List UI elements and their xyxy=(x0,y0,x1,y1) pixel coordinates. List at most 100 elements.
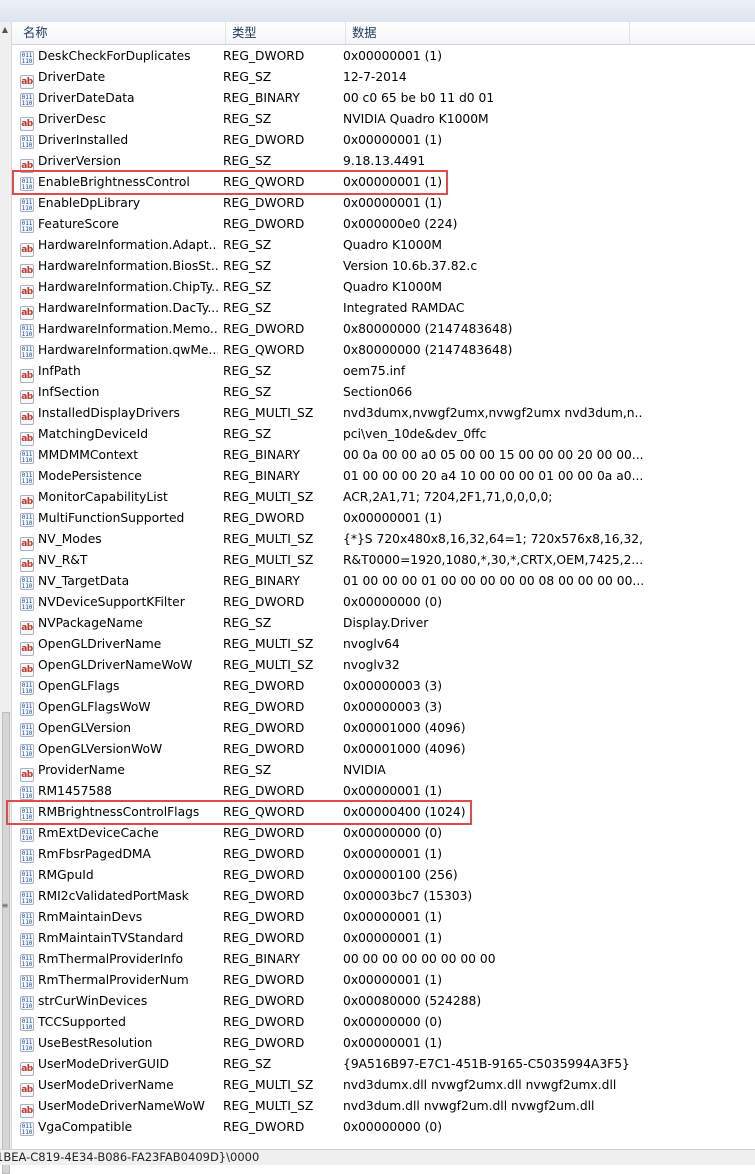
registry-value-row[interactable]: ab UserModeDriverGUID REG_SZ {9A516B97-E7C1… xyxy=(12,1054,755,1076)
registry-value-row[interactable]: 011 110 OpenGLFlagsWoW REG_DWORD 0x00000003… xyxy=(12,697,755,718)
registry-value-row[interactable]: ab MonitorCapabilityList REG_MULTI_SZ ACR,2… xyxy=(12,487,755,509)
value-type: REG_SZ xyxy=(223,385,272,399)
registry-value-row[interactable]: 011 110 EnableDpLibrary REG_DWORD 0x0000000… xyxy=(12,193,755,214)
pane-splitter-scrollbar[interactable]: ▲ ≡ xyxy=(0,22,12,1174)
registry-value-row[interactable]: ab HardwareInformation.DacTy... REG_SZ Inte… xyxy=(12,298,755,320)
value-data: 0x00000001 (1) xyxy=(343,931,443,945)
registry-value-row[interactable]: ab InfSection REG_SZ Section066 xyxy=(12,382,755,404)
registry-value-row[interactable]: 011 110 ModePersistence REG_BINARY 01 00 00… xyxy=(12,466,755,487)
registry-value-row[interactable]: ab OpenGLDriverNameWoW REG_MULTI_SZ nvoglv3… xyxy=(12,655,755,677)
value-type: REG_DWORD xyxy=(223,511,305,525)
value-type: REG_MULTI_SZ xyxy=(223,406,314,420)
value-type: REG_QWORD xyxy=(223,343,305,357)
registry-value-row[interactable]: ab DriverVersion REG_SZ 9.18.13.4491 xyxy=(12,151,755,173)
registry-value-row[interactable]: 011 110 UseBestResolution REG_DWORD 0x00000… xyxy=(12,1033,755,1054)
registry-value-row[interactable]: ab NV_R&T REG_MULTI_SZ R&T0000=1920,1080,*,… xyxy=(12,550,755,572)
registry-value-row[interactable]: 011 110 VgaCompatible REG_DWORD 0x00000000 … xyxy=(12,1117,755,1138)
registry-value-row[interactable]: 011 110 strCurWinDevices REG_DWORD 0x000800… xyxy=(12,991,755,1012)
registry-value-row[interactable]: 011 110 MMDMMContext REG_BINARY 00 0a 00 00… xyxy=(12,445,755,466)
registry-value-row[interactable]: 011 110 FeatureScore REG_DWORD 0x000000e0 (… xyxy=(12,214,755,235)
window-top-bar xyxy=(0,0,755,23)
value-name-cell: ab DriverVersion xyxy=(20,151,218,173)
registry-value-row[interactable]: ab ProviderName REG_SZ NVIDIA xyxy=(12,760,755,782)
value-data: 0x00000001 (1) xyxy=(343,133,443,147)
registry-value-row[interactable]: 011 110 OpenGLVersionWoW REG_DWORD 0x000010… xyxy=(12,739,755,760)
string-value-icon: ab xyxy=(20,117,34,131)
registry-value-row[interactable]: ab HardwareInformation.ChipTy... REG_SZ Qua… xyxy=(12,277,755,299)
value-name: DriverDateData xyxy=(38,91,135,105)
string-value-icon: ab xyxy=(20,264,34,278)
column-header-name[interactable]: 名称 xyxy=(17,22,226,44)
registry-value-row[interactable]: ab MatchingDeviceId REG_SZ pci\ven_10de&dev… xyxy=(12,424,755,446)
registry-value-row[interactable]: 011 110 DeskCheckForDuplicates REG_DWORD 0x… xyxy=(12,46,755,67)
registry-value-row[interactable]: 011 110 RmFbsrPagedDMA REG_DWORD 0x00000001… xyxy=(12,844,755,865)
value-name: OpenGLDriverNameWoW xyxy=(38,658,193,672)
value-type: REG_DWORD xyxy=(223,889,305,903)
registry-value-row[interactable]: 011 110 DriverInstalled REG_DWORD 0x0000000… xyxy=(12,130,755,151)
string-value-icon: ab xyxy=(20,390,34,404)
value-name: RmThermalProviderNum xyxy=(38,973,189,987)
binary-value-icon: 011 110 xyxy=(20,828,34,842)
registry-value-row[interactable]: ab NVPackageName REG_SZ Display.Driver xyxy=(12,613,755,635)
registry-value-row[interactable]: 011 110 RM1457588 REG_DWORD 0x00000001 (1) xyxy=(12,781,755,802)
registry-value-row[interactable]: 011 110 EnableBrightnessControl REG_QWORD 0… xyxy=(12,172,755,193)
registry-value-row[interactable]: ab HardwareInformation.Adapt... REG_SZ Quad… xyxy=(12,235,755,257)
registry-value-row[interactable]: 011 110 MultiFunctionSupported REG_DWORD 0x… xyxy=(12,508,755,529)
registry-value-row[interactable]: ab InfPath REG_SZ oem75.inf xyxy=(12,361,755,383)
registry-value-row[interactable]: 011 110 RmExtDeviceCache REG_DWORD 0x000000… xyxy=(12,823,755,844)
value-type: REG_BINARY xyxy=(223,574,300,588)
value-type: REG_DWORD xyxy=(223,868,305,882)
value-name-cell: 011 110 OpenGLVersionWoW xyxy=(20,739,218,760)
value-data: oem75.inf xyxy=(343,364,406,378)
string-value-icon: ab xyxy=(20,1062,34,1076)
value-name-cell: 011 110 RMBrightnessControlFlags xyxy=(20,802,218,823)
registry-value-row[interactable]: 011 110 HardwareInformation.Memo... REG_DW… xyxy=(12,319,755,340)
registry-value-row[interactable]: 011 110 OpenGLVersion REG_DWORD 0x00001000 … xyxy=(12,718,755,739)
value-type: REG_DWORD xyxy=(223,742,305,756)
scroll-up-arrow-icon[interactable]: ▲ xyxy=(1,26,9,34)
value-type: REG_SZ xyxy=(223,259,272,273)
value-data: 0x00001000 (4096) xyxy=(343,721,466,735)
scroll-thumb[interactable] xyxy=(2,712,10,1174)
value-type: REG_DWORD xyxy=(223,1120,305,1134)
registry-value-row[interactable]: 011 110 DriverDateData REG_BINARY 00 c0 65 … xyxy=(12,88,755,109)
registry-value-row[interactable]: ab UserModeDriverName REG_MULTI_SZ nvd3dumx… xyxy=(12,1075,755,1097)
value-name-cell: 011 110 RmThermalProviderInfo xyxy=(20,949,218,970)
value-name: RmMaintainTVStandard xyxy=(38,931,184,945)
value-data: 00 c0 65 be b0 11 d0 01 xyxy=(343,91,495,105)
registry-value-row[interactable]: 011 110 RMBrightnessControlFlags REG_QWORD… xyxy=(12,802,755,823)
registry-value-row[interactable]: 011 110 TCCSupported REG_DWORD 0x00000000 (… xyxy=(12,1012,755,1033)
registry-value-row[interactable]: 011 110 RMGpuId REG_DWORD 0x00000100 (256) xyxy=(12,865,755,886)
registry-value-row[interactable]: ab OpenGLDriverName REG_MULTI_SZ nvoglv64 xyxy=(12,634,755,656)
registry-value-row[interactable]: ab UserModeDriverNameWoW REG_MULTI_SZ nvd3d… xyxy=(12,1096,755,1118)
registry-value-row[interactable]: 011 110 NV_TargetData REG_BINARY 01 00 00 0… xyxy=(12,571,755,592)
registry-value-row[interactable]: 011 110 RMI2cValidatedPortMask REG_DWORD 0x… xyxy=(12,886,755,907)
value-name: MMDMMContext xyxy=(38,448,139,462)
value-name-cell: 011 110 RMGpuId xyxy=(20,865,218,886)
value-data: NVIDIA xyxy=(343,763,386,777)
registry-value-row[interactable]: ab InstalledDisplayDrivers REG_MULTI_SZ nvd… xyxy=(12,403,755,425)
registry-value-row[interactable]: 011 110 RmMaintainTVStandard REG_DWORD 0x00… xyxy=(12,928,755,949)
column-header-type[interactable]: 类型 xyxy=(226,22,346,44)
value-type: REG_MULTI_SZ xyxy=(223,553,314,567)
registry-value-row[interactable]: ab DriverDate REG_SZ 12-7-2014 xyxy=(12,67,755,89)
value-type: REG_DWORD xyxy=(223,217,305,231)
value-name: OpenGLVersionWoW xyxy=(38,742,163,756)
value-data: 0x80000000 (2147483648) xyxy=(343,322,513,336)
value-name: NV_TargetData xyxy=(38,574,130,588)
registry-value-row[interactable]: 011 110 RmThermalProviderNum REG_DWORD 0x00… xyxy=(12,970,755,991)
registry-value-row[interactable]: 011 110 OpenGLFlags REG_DWORD 0x00000003 (3… xyxy=(12,676,755,697)
value-name: RmMaintainDevs xyxy=(38,910,143,924)
value-name-cell: 011 110 NVDeviceSupportKFilter xyxy=(20,592,218,613)
registry-value-row[interactable]: 011 110 RmMaintainDevs REG_DWORD 0x00000001… xyxy=(12,907,755,928)
string-value-icon: ab xyxy=(20,558,34,572)
registry-value-row[interactable]: 011 110 HardwareInformation.qwMe... REG_QW… xyxy=(12,340,755,361)
registry-value-row[interactable]: ab HardwareInformation.BiosSt... REG_SZ Ver… xyxy=(12,256,755,278)
value-name-cell: ab NV_R&T xyxy=(20,550,218,572)
registry-value-row[interactable]: 011 110 RmThermalProviderInfo REG_BINARY 00… xyxy=(12,949,755,970)
registry-value-row[interactable]: 011 110 NVDeviceSupportKFilter REG_DWORD 0x… xyxy=(12,592,755,613)
value-data: R&T0000=1920,1080,*,30,*,CRTX,OEM,7425,2… xyxy=(343,553,643,567)
registry-value-row[interactable]: ab NV_Modes REG_MULTI_SZ {*}S 720x480x8,16,… xyxy=(12,529,755,551)
registry-value-row[interactable]: ab DriverDesc REG_SZ NVIDIA Quadro K1000M xyxy=(12,109,755,131)
column-header-data[interactable]: 数据 xyxy=(346,22,630,44)
